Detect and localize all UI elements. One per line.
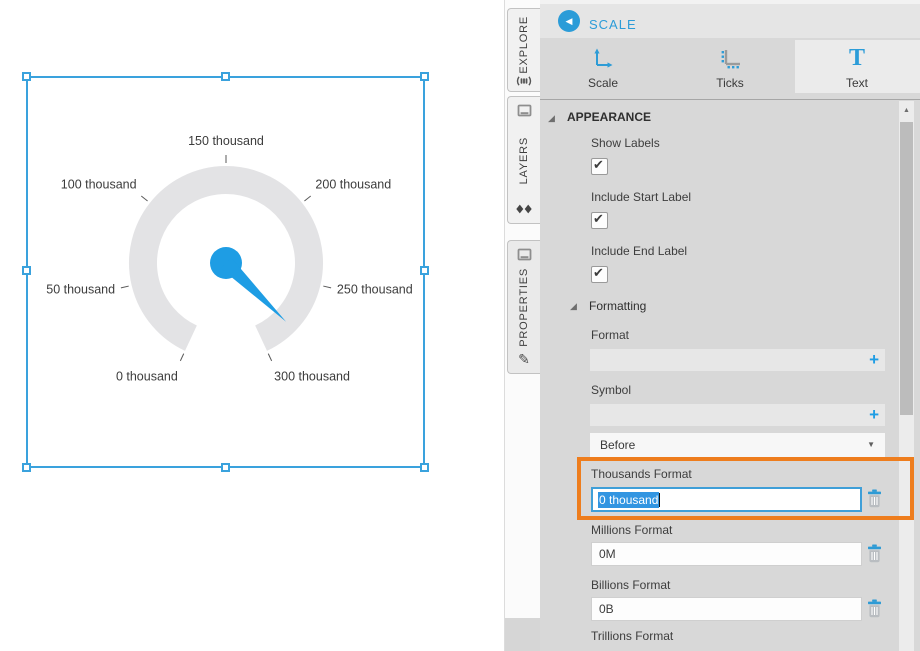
screens-carousel-icon (515, 74, 533, 88)
ticks-axes-icon (719, 42, 741, 74)
selection-handle[interactable] (221, 72, 230, 81)
show-labels-checkbox[interactable]: ✔ (591, 158, 608, 175)
scroll-up-button[interactable]: ▲ (899, 101, 914, 120)
format-field[interactable]: + (590, 349, 885, 371)
symbol-position-value: Before (600, 438, 635, 452)
text-icon: T (849, 42, 865, 74)
screen-icon (517, 248, 532, 263)
sidebar-tab-layers[interactable]: LAYERS (507, 96, 540, 224)
layers-tab-label: LAYERS (518, 137, 530, 184)
include-end-label-checkbox[interactable]: ✔ (591, 266, 608, 283)
selection-rectangle (26, 76, 425, 468)
selection-handle[interactable] (420, 266, 429, 275)
properties-tab-label: PROPERTIES (518, 268, 530, 347)
chevron-down-icon: ▼ (867, 433, 875, 457)
scale-tab-bar: Scale Ticks T Text (540, 38, 920, 100)
formatting-expander-icon[interactable]: ◢ (570, 301, 577, 312)
tab-text[interactable]: T Text (794, 38, 920, 95)
symbol-label: Symbol (591, 383, 631, 397)
selection-handle[interactable] (221, 463, 230, 472)
selected-text: 0 thousand (598, 492, 659, 508)
selection-handle[interactable] (22, 72, 31, 81)
include-start-label-label: Include Start Label (591, 190, 691, 204)
selection-handle[interactable] (420, 72, 429, 81)
scale-axes-icon (592, 42, 614, 74)
thousands-format-input[interactable]: 0 thousand (591, 487, 862, 512)
millions-format-input[interactable] (591, 542, 862, 566)
show-labels-label: Show Labels (591, 136, 660, 150)
back-arrow-icon: ◀ (566, 16, 573, 27)
format-label: Format (591, 328, 629, 342)
design-canvas[interactable]: 0 thousand50 thousand100 thousand150 tho… (0, 0, 505, 651)
tab-ticks-label: Ticks (716, 76, 744, 90)
selection-handle[interactable] (22, 463, 31, 472)
check-icon: ✔ (593, 211, 604, 227)
side-tab-strip: EXPLORE LAYERS (505, 0, 540, 651)
appearance-expander-icon[interactable]: ◢ (548, 113, 555, 124)
tab-scale-label: Scale (588, 76, 618, 90)
explore-tab-label: EXPLORE (518, 16, 530, 74)
delete-millions-format-button[interactable] (866, 544, 883, 563)
selection-handle[interactable] (420, 463, 429, 472)
layers-diamonds-icon (516, 202, 532, 216)
properties-panel: ◀ SCALE Scale (540, 0, 920, 651)
scrollbar-thumb[interactable] (900, 122, 913, 415)
include-start-label-checkbox[interactable]: ✔ (591, 212, 608, 229)
back-button[interactable]: ◀ (558, 10, 580, 32)
panel-header: ◀ SCALE (540, 4, 920, 38)
tab-scale[interactable]: Scale (540, 38, 666, 95)
billions-format-input[interactable] (591, 597, 862, 621)
sidebar-tab-explore[interactable]: EXPLORE (507, 8, 540, 92)
delete-thousands-format-button[interactable] (866, 489, 883, 508)
add-format-icon[interactable]: + (869, 349, 879, 371)
text-caret (659, 493, 660, 507)
trillions-format-label: Trillions Format (591, 629, 673, 643)
screen-icon (517, 104, 532, 119)
symbol-field[interactable]: + (590, 404, 885, 426)
check-icon: ✔ (593, 157, 604, 173)
pencil-icon: ✎ (518, 352, 530, 366)
delete-billions-format-button[interactable] (866, 599, 883, 618)
appearance-section-title: APPEARANCE (567, 110, 651, 124)
panel-scrollbar[interactable]: ▲ (899, 101, 914, 651)
tab-text-label: Text (846, 76, 868, 90)
billions-format-label: Billions Format (591, 578, 670, 592)
thousands-format-label: Thousands Format (591, 467, 692, 481)
millions-format-label: Millions Format (591, 523, 672, 537)
include-end-label-label: Include End Label (591, 244, 687, 258)
tab-ticks[interactable]: Ticks (667, 38, 793, 95)
check-icon: ✔ (593, 265, 604, 281)
panel-title: SCALE (589, 8, 637, 42)
add-symbol-icon[interactable]: + (869, 404, 879, 426)
symbol-position-dropdown[interactable]: Before ▼ (590, 433, 885, 457)
formatting-section-title: Formatting (589, 299, 646, 313)
strip-bottom-block (505, 618, 540, 651)
selection-handle[interactable] (22, 266, 31, 275)
sidebar-tab-properties[interactable]: PROPERTIES ✎ (507, 240, 540, 374)
